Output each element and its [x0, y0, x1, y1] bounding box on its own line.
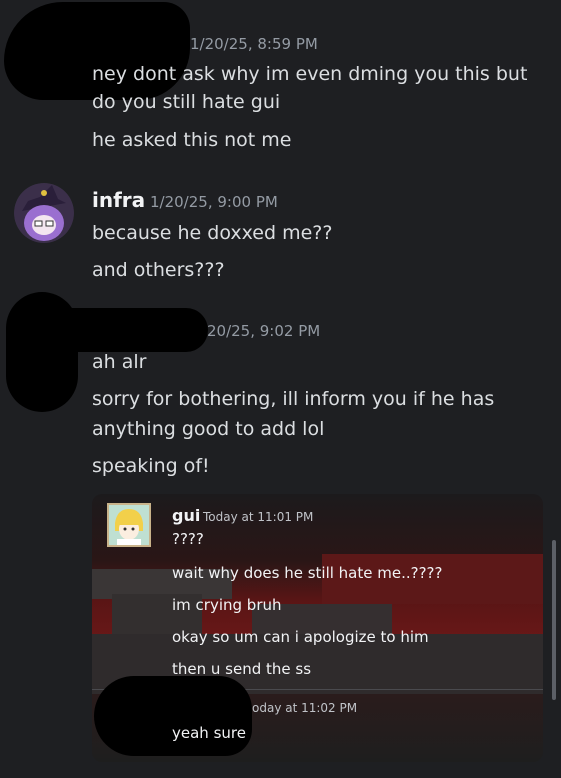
scrollbar[interactable]	[552, 540, 556, 700]
message-line: ney dont ask why im even dming you this …	[92, 63, 528, 85]
embed-message-line: okay so um can i apologize to him	[172, 628, 429, 646]
message-line: he asked this not me	[92, 129, 292, 151]
redacted-reply-author	[94, 676, 252, 756]
embed-author[interactable]: gui	[172, 506, 200, 525]
message-line: anything good to add lol	[92, 418, 325, 440]
avatar[interactable]	[14, 183, 74, 243]
message-timestamp: 1/20/25, 9:00 PM	[150, 193, 278, 211]
message-timestamp: 1/20/25, 8:59 PM	[190, 35, 318, 53]
embed-message-line: im crying bruh	[172, 596, 282, 614]
embed-reply-timestamp: oday at 11:02 PM	[252, 701, 358, 715]
embed-timestamp: Today at 11:01 PM	[203, 510, 314, 524]
message-line: and others???	[92, 259, 225, 281]
avatar[interactable]	[107, 503, 151, 547]
embed-reply-line: yeah sure	[172, 724, 246, 742]
message-line: sorry for bothering, ill inform you if h…	[92, 388, 495, 410]
redacted-name	[44, 308, 208, 352]
anime-avatar-icon	[109, 505, 149, 545]
witch-avatar-icon	[14, 183, 74, 243]
message-line: speaking of!	[92, 455, 210, 477]
embed-message-line: wait why does he still hate me..????	[172, 564, 443, 582]
message-line: because he doxxed me??	[92, 222, 333, 244]
message-author[interactable]: infra	[92, 188, 145, 212]
embed-message-line: ????	[172, 530, 204, 548]
message-line: do you still hate gui	[92, 91, 281, 113]
message-timestamp: 20/25, 9:02 PM	[207, 322, 321, 340]
message-line: ah alr	[92, 351, 147, 373]
